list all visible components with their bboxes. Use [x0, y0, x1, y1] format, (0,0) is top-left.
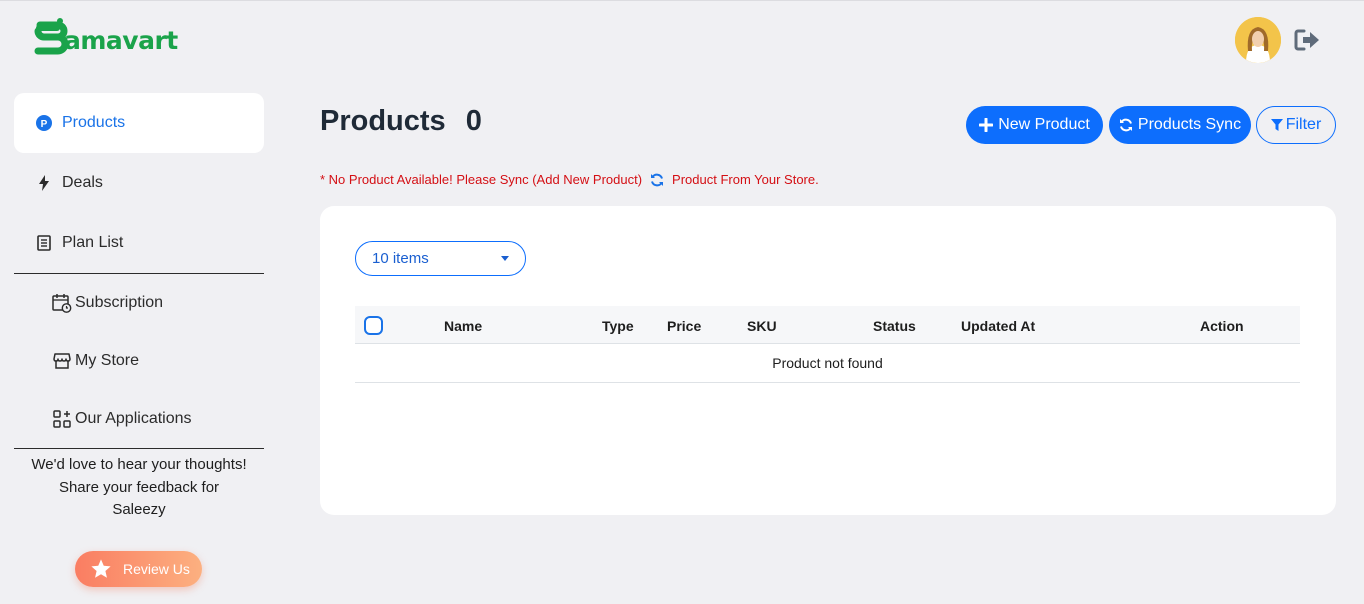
sidebar-item-label: Our Applications	[75, 410, 192, 427]
items-per-page-select[interactable]: 10 items	[355, 241, 526, 276]
products-sync-label: Products Sync	[1137, 116, 1242, 133]
new-product-button[interactable]: New Product	[966, 106, 1103, 144]
plus-icon	[979, 118, 994, 132]
svg-text:P: P	[41, 119, 48, 130]
calendar-clock-icon	[52, 293, 72, 313]
feedback-line: Saleezy	[112, 501, 166, 518]
sidebar-item-subscription[interactable]: Subscription	[14, 274, 264, 332]
sidebar-item-our-applications[interactable]: Our Applications	[14, 390, 264, 448]
sync-icon[interactable]	[650, 173, 664, 187]
feedback-line: Share your feedback for	[58, 478, 220, 496]
no-product-warning: * No Product Available! Please Sync (Add…	[320, 172, 819, 187]
sidebar-item-label: Products	[62, 114, 126, 131]
apps-icon	[52, 409, 72, 429]
sidebar-item-label: Deals	[62, 174, 103, 191]
page-title: Products 0	[320, 105, 482, 138]
review-us-label: Review Us	[123, 561, 190, 577]
column-header-updated-at[interactable]: Updated At	[961, 318, 1035, 334]
star-icon	[90, 558, 112, 580]
warning-text: Product From Your Store.	[672, 172, 819, 187]
review-us-button[interactable]: Review Us	[75, 551, 202, 587]
filter-label: Filter	[1285, 116, 1322, 133]
product-p-icon: P	[36, 115, 52, 131]
column-header-status[interactable]: Status	[873, 318, 916, 334]
column-header-name[interactable]: Name	[444, 318, 482, 334]
empty-message: Product not found	[772, 355, 883, 371]
filter-button[interactable]: Filter	[1256, 106, 1336, 144]
column-header-price[interactable]: Price	[667, 318, 701, 334]
feedback-line: We'd love to hear your thoughts!	[31, 456, 247, 473]
logo-s-mark	[34, 17, 69, 57]
sidebar-item-label: Subscription	[75, 294, 164, 311]
sidebar-item-label: Plan List	[62, 234, 124, 251]
column-header-sku[interactable]: SKU	[747, 318, 777, 334]
items-per-page-value: 10 items	[372, 250, 429, 267]
brand-name: amavart	[64, 25, 178, 55]
products-table-card: 10 items Name Type Price SKU Status Upda…	[320, 206, 1336, 515]
brand-logo[interactable]: amavart	[34, 17, 178, 57]
select-all-checkbox[interactable]	[364, 316, 383, 335]
caret-down-icon	[501, 256, 509, 261]
page-title-text: Products	[320, 105, 446, 137]
user-avatar[interactable]	[1235, 17, 1281, 63]
sync-icon	[1119, 118, 1133, 132]
sidebar-item-my-store[interactable]: My Store	[14, 332, 264, 390]
bolt-icon	[36, 175, 52, 191]
new-product-label: New Product	[998, 116, 1090, 133]
column-header-action: Action	[1200, 318, 1244, 334]
sidebar-item-deals[interactable]: Deals	[14, 153, 264, 213]
sidebar-item-label: My Store	[75, 352, 140, 369]
store-icon	[52, 351, 72, 371]
table-header: Name Type Price SKU Status Updated At Ac…	[355, 306, 1300, 344]
list-icon	[36, 235, 52, 251]
products-sync-button[interactable]: Products Sync	[1109, 106, 1251, 144]
sign-out-icon[interactable]	[1294, 28, 1322, 52]
warning-text: * No Product Available! Please Sync (Add…	[320, 172, 643, 187]
sidebar-item-plan-list[interactable]: Plan List	[14, 213, 264, 273]
column-header-type[interactable]: Type	[602, 318, 634, 334]
sidebar: P Products Deals Plan List Subscription …	[14, 93, 264, 522]
table-empty-row: Product not found	[355, 344, 1300, 383]
sidebar-item-products[interactable]: P Products	[14, 93, 264, 153]
filter-icon	[1270, 118, 1283, 132]
feedback-text: We'd love to hear your thoughts! Share y…	[14, 449, 264, 522]
product-count: 0	[465, 105, 482, 137]
